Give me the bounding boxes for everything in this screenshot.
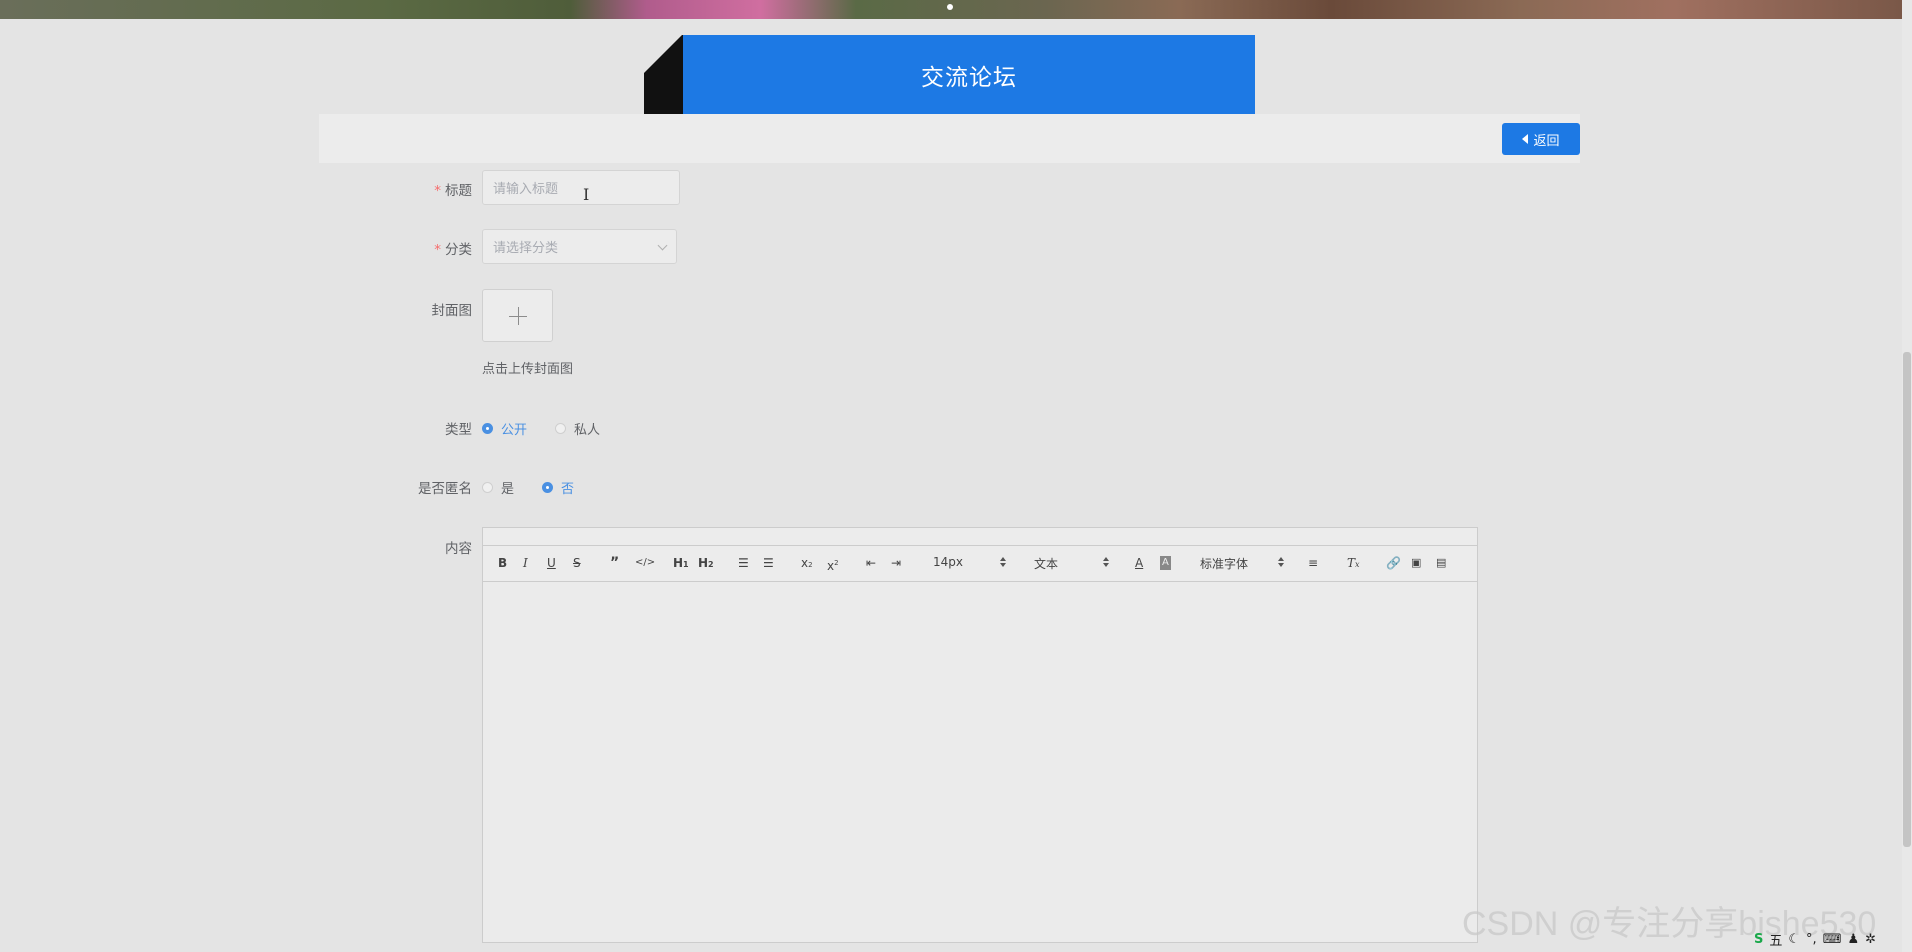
settings-icon[interactable]: ✲ [1865, 932, 1876, 947]
anonymous-radio-no[interactable]: 否 [542, 478, 574, 497]
font-color-icon[interactable]: A [1135, 556, 1143, 570]
type-radio-private[interactable]: 私人 [555, 419, 600, 438]
editor-toolbar: B I U S ” </> H1 H2 ☰ ☰ x2 x2 ⇤ ⇥ 14px 文… [482, 545, 1478, 582]
page-title: 交流论坛 [683, 35, 1255, 114]
italic-icon[interactable]: I [523, 556, 528, 570]
outdent-icon[interactable]: ⇤ [866, 556, 876, 570]
heading-1-icon[interactable]: H1 [673, 556, 689, 572]
type-label: 类型 [445, 422, 472, 438]
background-color-icon[interactable]: A [1160, 556, 1171, 570]
content-label: 内容 [445, 541, 472, 557]
ordered-list-icon[interactable]: ☰ [738, 556, 749, 570]
link-icon[interactable]: 🔗 [1386, 556, 1401, 570]
radio-unchecked-icon [482, 482, 493, 493]
anonymous-radio-yes[interactable]: 是 [482, 478, 514, 497]
page-scrollbar[interactable] [1902, 0, 1912, 952]
sogou-ime-icon[interactable]: S [1754, 932, 1763, 947]
category-select[interactable]: 请选择分类 [482, 229, 677, 264]
code-block-icon[interactable]: </> [635, 556, 655, 570]
top-banner-image [0, 0, 1902, 19]
video-icon[interactable]: ▤ [1436, 556, 1446, 570]
bold-icon[interactable]: B [498, 556, 507, 570]
radio-unchecked-icon [555, 423, 566, 434]
cover-upload-hint: 点击上传封面图 [482, 362, 574, 377]
category-label: * 分类 [434, 242, 472, 258]
radio-checked-icon [542, 482, 553, 493]
header-bar [319, 114, 1580, 163]
chevron-down-icon [657, 240, 668, 251]
subscript-icon[interactable]: x2 [801, 556, 813, 572]
text-cursor-icon: I [583, 185, 590, 204]
strikethrough-icon[interactable]: S [573, 556, 581, 570]
user-icon[interactable]: ♟ [1847, 932, 1859, 947]
editor-content-area[interactable] [482, 582, 1478, 943]
font-family-picker[interactable]: 标准字体 [1200, 555, 1248, 572]
cover-upload-button[interactable] [482, 289, 553, 342]
anonymous-label: 是否匿名 [418, 481, 472, 497]
align-left-icon[interactable]: ≡ [1308, 556, 1318, 570]
header-picker[interactable]: 文本 [1034, 555, 1058, 572]
title-placeholder: 请输入标题 [493, 182, 559, 197]
clear-format-icon[interactable]: Tx [1347, 556, 1360, 572]
title-label: * 标题 [434, 183, 472, 199]
keyboard-icon[interactable]: ⌨ [1823, 932, 1842, 947]
moon-icon[interactable]: ☾ [1788, 932, 1800, 947]
editor-top-border [482, 527, 1478, 545]
bullet-list-icon[interactable]: ☰ [763, 556, 774, 570]
underline-icon[interactable]: U [547, 556, 556, 570]
type-radio-public[interactable]: 公开 [482, 419, 527, 438]
punctuation-icon[interactable]: °, [1806, 932, 1817, 947]
ime-mode-label[interactable]: 五 [1769, 930, 1782, 949]
category-placeholder: 请选择分类 [493, 241, 559, 256]
back-button[interactable]: 返回 [1502, 123, 1580, 155]
image-icon[interactable]: ▣ [1411, 556, 1421, 570]
carousel-indicator-dot[interactable] [947, 4, 953, 10]
radio-checked-icon [482, 423, 493, 434]
title-input[interactable]: 请输入标题 [482, 170, 680, 205]
ime-tray[interactable]: S 五 ☾ °, ⌨ ♟ ✲ [1754, 928, 1876, 950]
heading-2-icon[interactable]: H2 [698, 556, 714, 572]
scrollbar-thumb[interactable] [1903, 352, 1911, 847]
cover-label: 封面图 [431, 303, 473, 319]
blockquote-icon[interactable]: ” [610, 556, 619, 570]
font-size-picker[interactable]: 14px [933, 555, 963, 569]
indent-icon[interactable]: ⇥ [891, 556, 901, 570]
back-button-label: 返回 [1533, 133, 1560, 149]
superscript-icon[interactable]: x2 [827, 556, 839, 573]
caret-left-icon [1522, 134, 1529, 144]
